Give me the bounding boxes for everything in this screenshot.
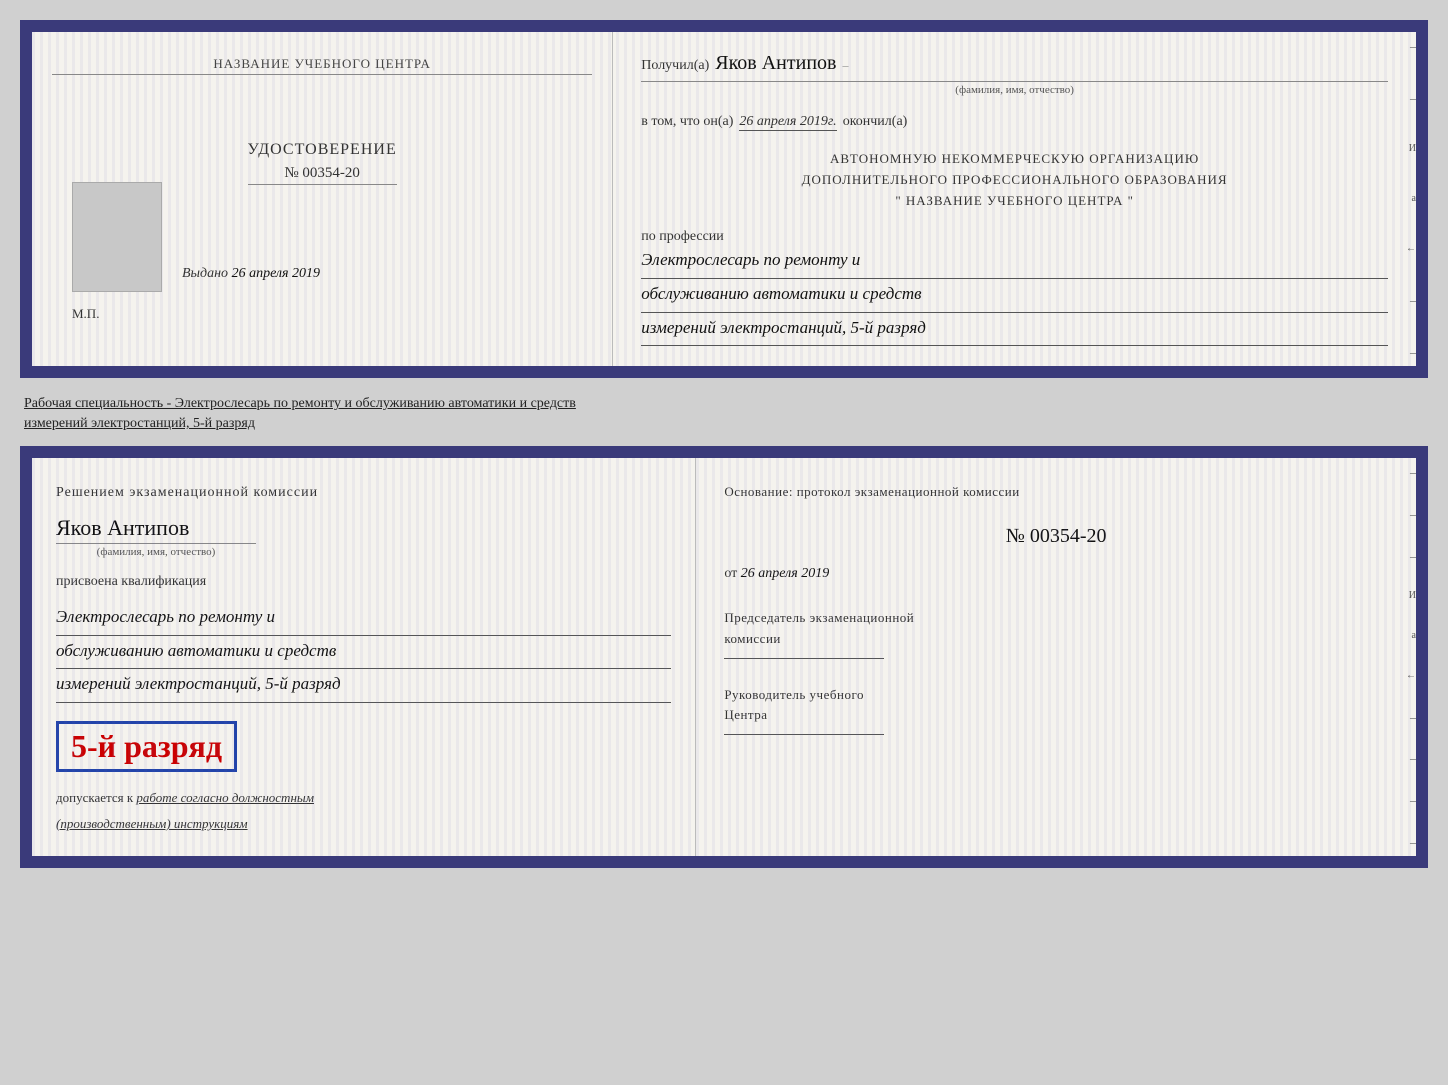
profession-line3: измерений электростанций, 5-й разряд [641, 313, 1388, 347]
top-right-panel: Получил(а) Яков Антипов – (фамилия, имя,… [613, 32, 1416, 366]
komissia-title: Решением экзаменационной комиссии [56, 482, 671, 503]
top-diploma-card: НАЗВАНИЕ УЧЕБНОГО ЦЕНТРА УДОСТОВЕРЕНИЕ №… [20, 20, 1428, 378]
bottom-right-panel: Основание: протокол экзаменационной коми… [696, 458, 1416, 856]
separator-text2: измерений электростанций, 5-й разряд [24, 412, 1424, 432]
predsedatel-sign-line [724, 658, 884, 659]
org-quote: " НАЗВАНИЕ УЧЕБНОГО ЦЕНТРА " [641, 191, 1388, 212]
vydano-label: Выдано [182, 266, 228, 281]
predsedatel-block: Председатель экзаменационной комиссии [724, 608, 1388, 659]
ito-text: И [1398, 144, 1416, 154]
recipient-name-bottom: Яков Антипов [56, 515, 671, 541]
date-text-top: 26 апреля 2019г. [739, 114, 836, 131]
separator-text1: Рабочая специальность - Электрослесарь п… [24, 392, 1424, 412]
right-edge-decoration: – – И а ← – – [1398, 32, 1416, 366]
bottom-left-panel: Решением экзаменационной комиссии Яков А… [32, 458, 696, 856]
udostoverenie-title: УДОСТОВЕРЕНИЕ [248, 141, 397, 159]
qual-line1: Электрослесарь по ремонту и [56, 602, 671, 636]
protocol-date: 26 апреля 2019 [741, 566, 829, 581]
osnovanie-label: Основание: протокол экзаменационной коми… [724, 482, 1388, 503]
bottom-right-edge-decoration: – – – И а ← – – – – [1398, 458, 1416, 856]
org-line2: ДОПОЛНИТЕЛЬНОГО ПРОФЕССИОНАЛЬНОГО ОБРАЗО… [641, 170, 1388, 191]
vydano-line: Выдано 26 апреля 2019 [182, 266, 320, 282]
vtom-field: в том, что он(а) 26 апреля 2019г. окончи… [641, 114, 1388, 131]
fio-label-top: (фамилия, имя, отчество) [641, 81, 1388, 96]
vtom-label: в том, что он(а) [641, 114, 733, 130]
po-professii-label: по профессии [641, 229, 1388, 245]
rukovoditel-block: Руководитель учебного Центра [724, 685, 1388, 736]
rukovoditel-label: Руководитель учебного [724, 685, 1388, 706]
dopuskaetsya-block: допускается к работе согласно должностны… [56, 790, 671, 806]
protocol-date-line: от 26 апреля 2019 [724, 566, 1388, 582]
dopuskaetsya-text2: (производственным) инструкциям [56, 816, 671, 832]
dopuskaetsya-label: допускается к [56, 790, 133, 805]
vydano-date: 26 апреля 2019 [232, 266, 320, 281]
poluchil-field: Получил(а) Яков Антипов – [641, 52, 1388, 75]
recipient-name-top: Яков Антипов [715, 52, 836, 75]
dopuskaetsya-text: работе согласно должностным [136, 790, 314, 805]
org-line1: АВТОНОМНУЮ НЕКОММЕРЧЕСКУЮ ОРГАНИЗАЦИЮ [641, 149, 1388, 170]
protocol-num: № 00354-20 [724, 525, 1388, 548]
centr-label: Центра [724, 705, 1388, 726]
poluchil-label: Получил(а) [641, 58, 709, 74]
mp-label: М.П. [72, 306, 99, 322]
photo-placeholder [72, 182, 162, 292]
profession-line2: обслуживанию автоматики и средств [641, 279, 1388, 313]
predsedatel-label: Председатель экзаменационной [724, 608, 1388, 629]
qual-line3: измерений электростанций, 5-й разряд [56, 669, 671, 703]
top-left-panel: НАЗВАНИЕ УЧЕБНОГО ЦЕНТРА УДОСТОВЕРЕНИЕ №… [32, 32, 613, 366]
top-center-name: НАЗВАНИЕ УЧЕБНОГО ЦЕНТРА [52, 56, 592, 75]
ot-label: от [724, 566, 737, 581]
qual-line2: обслуживанию автоматики и средств [56, 636, 671, 670]
qual-block: Электрослесарь по ремонту и обслуживанию… [56, 602, 671, 703]
profession-block: по профессии Электрослесарь по ремонту и… [641, 229, 1388, 346]
okonchil-label: окончил(а) [843, 114, 908, 130]
udostoverenie-number: № 00354-20 [248, 165, 397, 185]
prisvoena-label: присвоена квалификация [56, 574, 671, 590]
rukovoditel-sign-line [724, 734, 884, 735]
komissia-label: комиссии [724, 629, 1388, 650]
bottom-diploma-card: Решением экзаменационной комиссии Яков А… [20, 446, 1428, 868]
separator-block: Рабочая специальность - Электрослесарь п… [20, 390, 1428, 434]
fio-label-bottom: (фамилия, имя, отчество) [56, 543, 256, 558]
rank-bold: 5-й разряд [56, 721, 237, 772]
profession-line1: Электрослесарь по ремонту и [641, 245, 1388, 279]
